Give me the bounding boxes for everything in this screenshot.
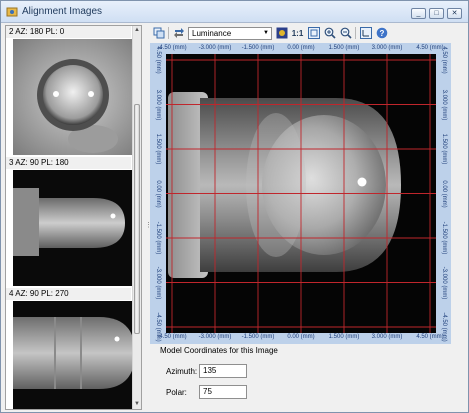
- app-icon: [6, 7, 18, 17]
- azimuth-field[interactable]: 135: [199, 364, 247, 378]
- coordinates-icon[interactable]: [359, 27, 372, 40]
- window-title: Alignment Images: [22, 6, 103, 17]
- model-coordinates-title: Model Coordinates for this Image: [160, 346, 278, 355]
- azimuth-label: Azimuth:: [166, 367, 198, 376]
- x-tick-label: 1.500 (mm): [328, 45, 360, 51]
- model-coordinates-panel: Model Coordinates for this Image Azimuth…: [150, 346, 450, 408]
- scroll-up-icon[interactable]: ▲: [133, 26, 141, 35]
- y-tick-label: -3.000 (mm): [441, 266, 447, 299]
- y-tick-label: -4.50 (mm): [441, 312, 447, 342]
- svg-text:?: ?: [379, 29, 384, 38]
- y-tick-label: 0.00 (mm): [441, 179, 447, 208]
- x-tick-label: -4.50 (mm): [157, 334, 187, 340]
- y-tick-label: 0.00 (mm): [155, 179, 161, 208]
- x-tick-label: -4.50 (mm): [157, 45, 187, 51]
- x-tick-label: 3.000 (mm): [371, 334, 403, 340]
- thumbnail-label: 4 AZ: 90 PL: 270: [6, 288, 131, 300]
- chevron-down-icon: ▼: [263, 29, 269, 36]
- x-tick-label: 3.000 (mm): [371, 45, 403, 51]
- y-tick-label: -1.500 (mm): [441, 221, 447, 255]
- help-icon[interactable]: ?: [375, 27, 388, 40]
- fit-to-window-icon[interactable]: [307, 27, 320, 40]
- thumbnail-label: 3 AZ: 90 PL: 180: [6, 157, 131, 169]
- y-tick-label: 4.50 (mm): [441, 46, 447, 74]
- y-tick-label: 1.500 (mm): [441, 133, 447, 165]
- y-tick-label: 3.000 (mm): [155, 89, 161, 120]
- thumbnail-image-2[interactable]: [13, 170, 139, 286]
- x-tick-label: 0.00 (mm): [287, 45, 315, 51]
- one-to-one-button[interactable]: 1:1: [291, 27, 304, 40]
- display-mode-select[interactable]: Luminance ▼: [188, 26, 272, 40]
- alignment-image[interactable]: [166, 54, 436, 333]
- image-panel: Luminance ▼ 1:1 ? -4.50 (mm) -4.50 (mm) …: [150, 25, 464, 410]
- alignment-images-window: Alignment Images _ □ ✕ 2 AZ: 180 PL: 0 3…: [0, 0, 469, 413]
- x-tick-label: 4.50 (mm): [416, 45, 444, 51]
- thumbnail-label: 2 AZ: 180 PL: 0: [6, 26, 131, 38]
- scrollbar-thumb[interactable]: [134, 104, 140, 334]
- y-tick-label: 1.500 (mm): [155, 133, 161, 165]
- image-viewer[interactable]: -4.50 (mm) -4.50 (mm) -3.000 (mm) -3.000 (m…: [150, 43, 451, 344]
- x-tick-label: 0.00 (mm): [287, 334, 315, 340]
- title-bar: Alignment Images _ □ ✕: [1, 1, 468, 23]
- x-tick-label: -3.000 (mm): [198, 334, 232, 340]
- display-mode-value: Luminance: [192, 28, 232, 38]
- polar-label: Polar:: [166, 388, 187, 397]
- minimize-button[interactable]: _: [411, 8, 426, 19]
- y-tick-label: 3.000 (mm): [441, 89, 447, 120]
- close-button[interactable]: ✕: [447, 8, 462, 19]
- thumbnail-list[interactable]: 2 AZ: 180 PL: 0 3 AZ: 90 PL: 180 4 AZ: 9…: [5, 25, 142, 410]
- thumbnail-image-1[interactable]: [13, 39, 139, 155]
- polar-field[interactable]: 75: [199, 385, 247, 399]
- flip-icon[interactable]: [172, 27, 185, 40]
- x-tick-label: 4.50 (mm): [416, 334, 444, 340]
- x-tick-label: -1.500 (mm): [241, 45, 275, 51]
- zoom-out-icon[interactable]: [339, 27, 352, 40]
- toolbar-separator: [168, 27, 169, 39]
- toolbar-separator: [355, 27, 356, 39]
- thumbnail-scrollbar[interactable]: ▲ ▼: [132, 26, 141, 409]
- x-tick-label: 1.500 (mm): [328, 334, 360, 340]
- y-tick-label: -1.500 (mm): [155, 221, 161, 255]
- copy-image-icon[interactable]: [152, 27, 165, 40]
- x-tick-label: -3.000 (mm): [198, 45, 232, 51]
- y-tick-label: -3.000 (mm): [155, 266, 161, 299]
- y-tick-label: -4.50 (mm): [155, 312, 161, 342]
- thumbnail-image-3[interactable]: [13, 301, 139, 409]
- color-map-icon[interactable]: [275, 27, 288, 40]
- scroll-down-icon[interactable]: ▼: [133, 400, 141, 409]
- y-tick-label: 4.50 (mm): [155, 46, 161, 74]
- maximize-button[interactable]: □: [429, 8, 444, 19]
- x-tick-label: -1.500 (mm): [241, 334, 275, 340]
- viewer-toolbar: Luminance ▼ 1:1 ?: [150, 25, 464, 41]
- zoom-in-icon[interactable]: [323, 27, 336, 40]
